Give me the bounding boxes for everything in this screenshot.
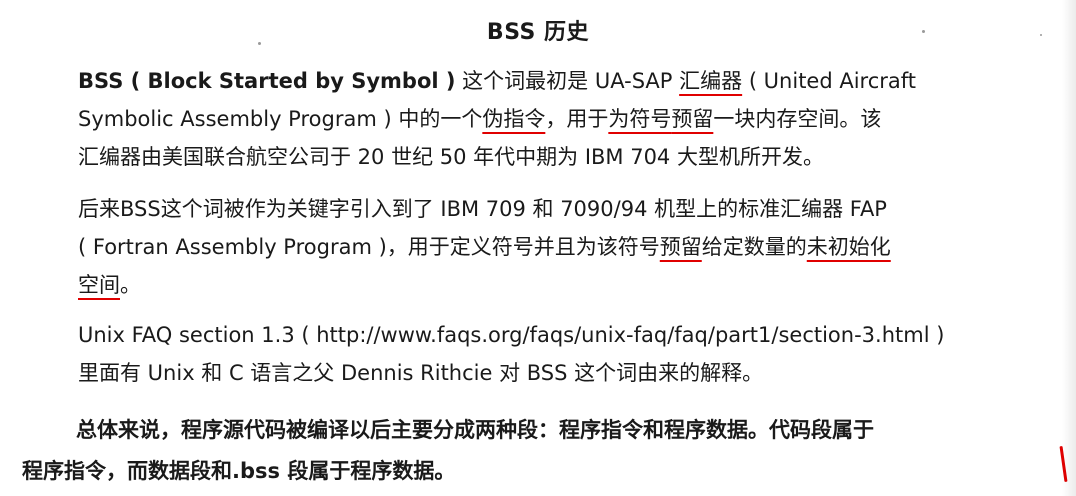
- text-run: Symbolic Assembly Program ) 中的一个: [78, 107, 483, 131]
- paragraph-line: 后来BSS这个词被作为关键字引入到了 IBM 709 和 7090/94 机型上…: [78, 197, 887, 221]
- paragraph-fap: 后来BSS这个词被作为关键字引入到了 IBM 709 和 7090/94 机型上…: [78, 190, 1008, 304]
- document-page: BSS 历史 BSS ( Block Started by Symbol ) 这…: [0, 0, 1076, 496]
- text-run: ( United Aircraft: [742, 69, 917, 93]
- text-run: 给定数量的: [701, 235, 807, 259]
- paragraph-line: 汇编器由美国联合航空公司于 20 世纪 50 年代中期为 IBM 704 大型机…: [78, 145, 824, 169]
- text-run: ( Fortran Assembly Program )，用于定义符号并且为该符…: [78, 235, 660, 259]
- text-run: 一块内存空间。该: [713, 107, 882, 131]
- scan-speck: [258, 42, 261, 45]
- summary-line: 程序指令，而数据段和.bss 段属于程序数据。: [22, 459, 456, 483]
- highlight-for-symbol: 为符号: [608, 107, 672, 131]
- highlight-pseudo-instruction: 伪指令: [482, 107, 546, 131]
- page-edge-shadow: [1062, 0, 1076, 496]
- text-run: 。: [120, 273, 141, 297]
- paragraph-origin: BSS ( Block Started by Symbol ) 这个词最初是 U…: [78, 62, 1008, 176]
- text-run: ，用于: [545, 107, 609, 131]
- scan-speck: [922, 30, 925, 33]
- bss-term: BSS ( Block Started by Symbol ): [78, 69, 456, 93]
- paragraph-faq: Unix FAQ section 1.3 ( http://www.faqs.o…: [78, 316, 1008, 392]
- highlight-uninitialized: 未初始化: [806, 235, 891, 259]
- paragraph-line: ( Fortran Assembly Program )，用于定义符号并且为该符…: [78, 228, 1008, 266]
- summary-paragraph: 总体来说，程序源代码被编译以后主要分成两种段：程序指令和程序数据。代码段属于 程…: [22, 410, 1062, 492]
- paragraph-line: 空间。: [78, 266, 1008, 304]
- paragraph-line: Symbolic Assembly Program ) 中的一个伪指令，用于为符…: [78, 100, 1008, 138]
- scan-speck: [1040, 34, 1042, 36]
- text-run: 这个词最初是 UA-SAP: [455, 69, 680, 93]
- highlight-reserve: 预留: [659, 235, 702, 259]
- highlight-space: 空间: [78, 273, 120, 297]
- paragraph-line: BSS ( Block Started by Symbol ) 这个词最初是 U…: [78, 62, 1008, 100]
- highlight-assembler: 汇编器: [679, 69, 743, 93]
- summary-line: 总体来说，程序源代码被编译以后主要分成两种段：程序指令和程序数据。代码段属于: [76, 418, 874, 442]
- section-title: BSS 历史: [486, 20, 590, 45]
- highlight-reserve: 预留: [671, 107, 714, 131]
- paragraph-line: Unix FAQ section 1.3 ( http://www.faqs.o…: [78, 323, 945, 347]
- paragraph-line: 里面有 Unix 和 C 语言之父 Dennis Rithcie 对 BSS 这…: [78, 361, 764, 385]
